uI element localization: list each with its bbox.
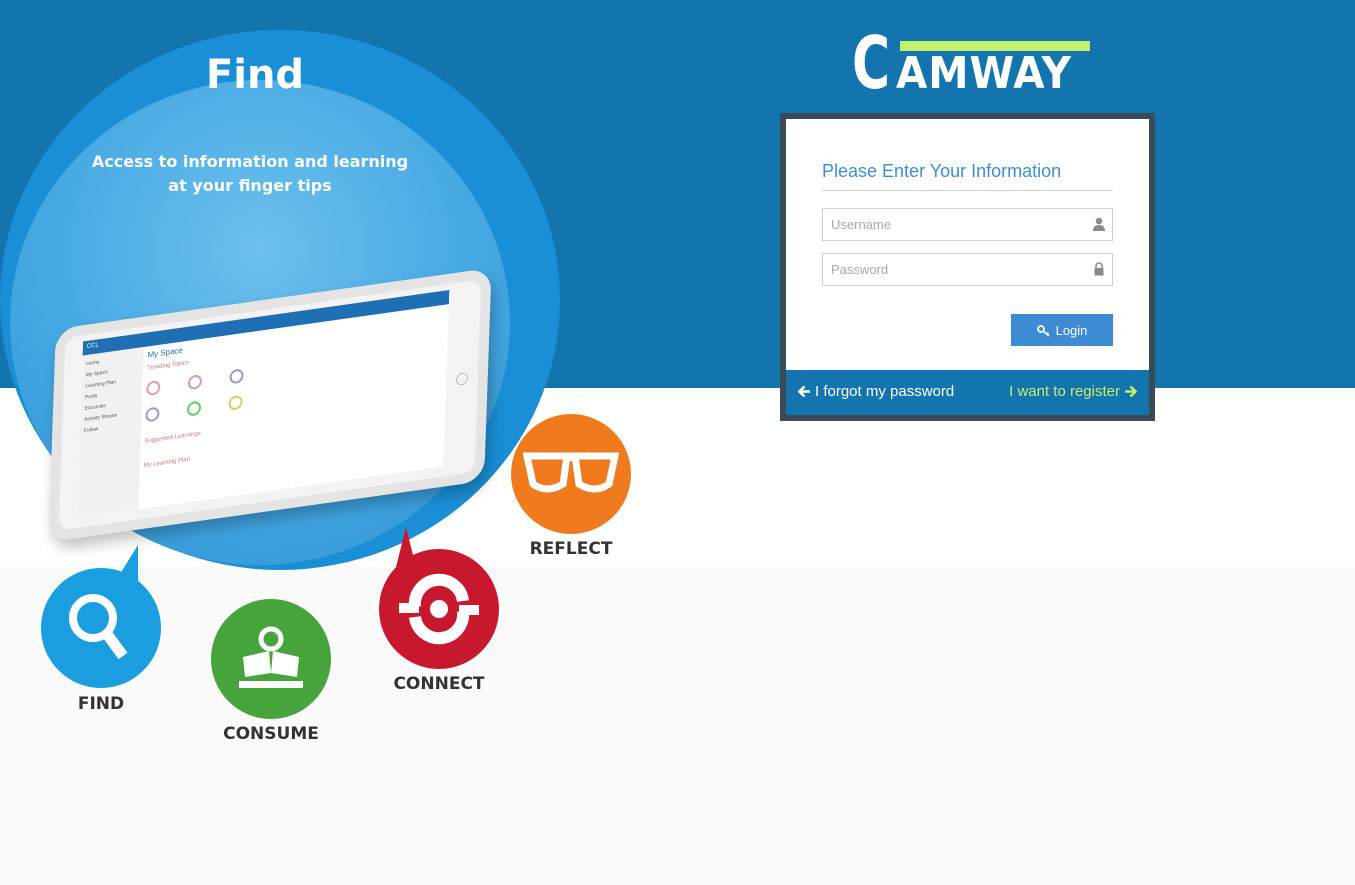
reader-icon bbox=[239, 626, 303, 688]
forgot-password-link[interactable]: I forgot my password bbox=[798, 383, 954, 400]
username-input[interactable] bbox=[823, 209, 1073, 240]
login-title: Please Enter Your Information bbox=[822, 161, 1062, 181]
glasses-icon bbox=[523, 452, 619, 493]
tablet-screen: CCL Home My Space Learning Plan Posts Ex… bbox=[76, 289, 450, 518]
consume-label: CONSUME bbox=[223, 724, 319, 744]
register-link[interactable]: I want to register bbox=[1009, 383, 1137, 400]
password-field bbox=[822, 253, 1113, 286]
key-icon bbox=[1036, 324, 1050, 337]
arrow-left-icon bbox=[798, 385, 810, 398]
camway-logo: C AMWAY bbox=[852, 21, 1094, 105]
tablet-home-button-icon bbox=[455, 372, 469, 386]
magnifier-icon bbox=[69, 594, 128, 660]
hero-subtitle: Access to information and learning at yo… bbox=[60, 150, 440, 198]
login-form: Please Enter Your Information Login bbox=[786, 119, 1149, 370]
register-label: I want to register bbox=[1009, 383, 1120, 400]
logo-first-letter: C bbox=[852, 21, 891, 105]
hero-subtitle-line1: Access to information and learning bbox=[91, 152, 409, 171]
progress-ring-icon bbox=[146, 379, 161, 397]
user-icon bbox=[1093, 217, 1105, 231]
connect-label: CONNECT bbox=[393, 674, 485, 694]
logo-text: AMWAY bbox=[896, 48, 1072, 99]
tablet-section: My Learning Plan bbox=[143, 456, 191, 470]
tablet-sidebar: Home My Space Learning Plan Posts Excerc… bbox=[76, 346, 144, 518]
tablet-app-name: CCL bbox=[86, 342, 99, 350]
login-panel: Please Enter Your Information Login bbox=[780, 113, 1155, 421]
forgot-password-label: I forgot my password bbox=[815, 383, 955, 400]
reflect-label: REFLECT bbox=[529, 539, 613, 559]
lock-icon bbox=[1094, 262, 1104, 276]
reflect-bubble bbox=[511, 414, 631, 534]
progress-ring-icon bbox=[229, 368, 244, 385]
hero-subtitle-line2: at your finger tips bbox=[168, 176, 332, 195]
connect-bubble bbox=[379, 549, 499, 669]
hero-title: Find bbox=[205, 52, 305, 98]
arrow-right-icon bbox=[1125, 385, 1137, 398]
login-button-label: Login bbox=[1055, 322, 1088, 338]
username-field bbox=[822, 208, 1113, 241]
login-button[interactable]: Login bbox=[1011, 314, 1113, 346]
progress-ring-icon bbox=[187, 374, 203, 391]
progress-ring-icon bbox=[186, 400, 202, 417]
find-bubble bbox=[41, 568, 161, 688]
progress-ring-icon bbox=[228, 394, 243, 411]
title-divider bbox=[822, 190, 1113, 191]
login-footer: I forgot my password I want to register bbox=[786, 370, 1149, 415]
connect-icon bbox=[399, 573, 479, 645]
progress-ring-icon bbox=[145, 406, 160, 423]
find-label: FIND bbox=[77, 694, 125, 714]
consume-bubble bbox=[211, 599, 331, 719]
password-input[interactable] bbox=[823, 254, 1073, 285]
